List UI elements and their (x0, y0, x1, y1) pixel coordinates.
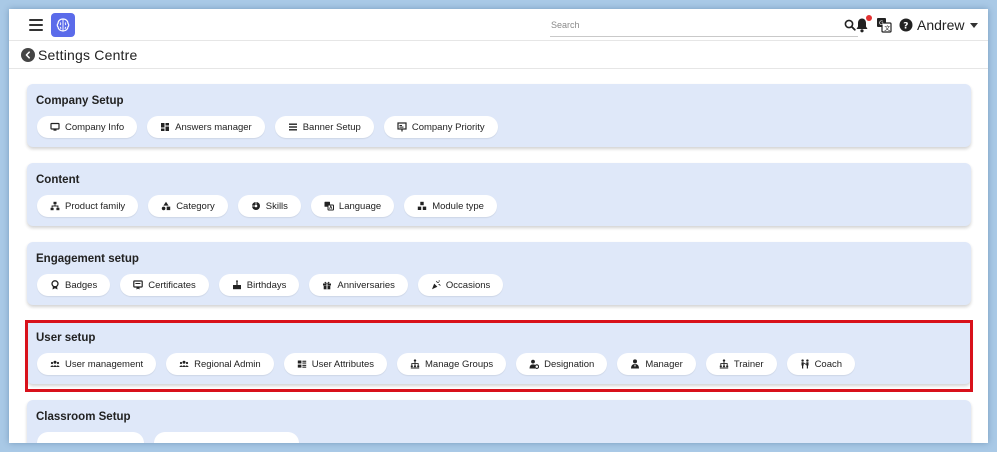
search-input[interactable] (550, 19, 844, 30)
cubes-icon (418, 201, 427, 210)
chip-partial[interactable] (154, 432, 299, 443)
birthdays-button[interactable]: Birthdays (218, 274, 300, 296)
brain-logo-icon[interactable] (51, 12, 75, 37)
gift-icon (323, 281, 332, 290)
chip-label: Answers manager (175, 121, 252, 133)
section-title: Engagement setup (36, 253, 139, 265)
header-actions: G 文 ? Andrew (852, 15, 979, 35)
badge-icon (51, 280, 59, 290)
chip-label: Language (338, 200, 382, 212)
section-company-setup: Company Setup Company Info Answers manag… (27, 84, 971, 147)
section-title: Content (36, 174, 80, 186)
top-bar: G 文 ? Andrew (9, 9, 988, 41)
chip-label: Occasions (445, 279, 491, 291)
chip-label: Product family (65, 200, 126, 212)
translate-icon (324, 201, 334, 211)
chip-label: Badges (65, 279, 98, 291)
occasions-button[interactable]: Occasions (417, 274, 504, 296)
chip-label: Anniversaries (337, 279, 395, 291)
highlight-box (25, 320, 973, 392)
svg-text:G: G (879, 20, 884, 27)
module-type-button[interactable]: Module type (404, 195, 497, 217)
anniversaries-button[interactable]: Anniversaries (309, 274, 408, 296)
company-priority-button[interactable]: Company Priority (383, 116, 498, 138)
sitemap-icon (50, 201, 60, 211)
user-name[interactable]: Andrew (917, 17, 964, 33)
shapes-icon (161, 201, 171, 211)
chip-label: Banner Setup (302, 121, 361, 133)
notification-bell-icon[interactable] (855, 15, 872, 33)
chip-label: Skills (265, 200, 288, 212)
category-button[interactable]: Category (148, 195, 228, 217)
chip-row: Company Info Answers manager Banner Setu… (37, 116, 498, 138)
chip-label: Company Info (65, 121, 125, 133)
badges-button[interactable]: Badges (37, 274, 111, 296)
language-button[interactable]: Language (310, 195, 395, 217)
chip-row: Product family Category Skills Language … (37, 195, 497, 217)
notification-dot (866, 15, 872, 21)
chip-label: Module type (432, 200, 484, 212)
cake-icon (232, 280, 241, 290)
chip-row: Badges Certificates Birthdays Anniversar… (37, 274, 504, 296)
section-classroom-setup: Classroom Setup (27, 400, 971, 443)
app-window: G 文 ? Andrew Settings Centre Company Set… (9, 9, 988, 443)
chip-partial[interactable] (37, 432, 144, 443)
svg-text:?: ? (903, 22, 908, 32)
translate-icon[interactable]: G 文 (876, 17, 892, 33)
help-icon[interactable]: ? (899, 18, 913, 32)
party-icon (431, 280, 441, 290)
dashboard-icon (161, 123, 170, 131)
skills-button[interactable]: Skills (237, 195, 301, 217)
chip-label: Category (176, 200, 215, 212)
chip-label: Birthdays (246, 279, 287, 291)
section-engagement-setup: Engagement setup Badges Certificates Bir… (27, 242, 971, 305)
product-family-button[interactable]: Product family (37, 195, 139, 217)
svg-text:文: 文 (884, 25, 890, 33)
page-header: Settings Centre (9, 41, 988, 69)
company-info-button[interactable]: Company Info (37, 116, 138, 138)
list-icon (288, 123, 297, 131)
chip-label: Certificates (148, 279, 196, 291)
chevron-down-icon[interactable] (970, 22, 979, 28)
monitor-icon (50, 122, 60, 131)
page-title: Settings Centre (38, 46, 138, 63)
puzzle-icon (251, 202, 260, 210)
menu-icon[interactable] (29, 18, 43, 31)
back-arrow-icon[interactable] (21, 47, 35, 62)
section-content: Content Product family Category Skills L… (27, 163, 971, 226)
banner-setup-button[interactable]: Banner Setup (274, 116, 374, 138)
answers-manager-button[interactable]: Answers manager (147, 116, 265, 138)
certificates-button[interactable]: Certificates (120, 274, 209, 296)
chip-label: Company Priority (411, 121, 485, 133)
section-title: Company Setup (36, 95, 124, 107)
section-title: Classroom Setup (36, 411, 131, 423)
presentation-icon (397, 122, 407, 132)
chip-row (37, 432, 299, 443)
search-bar (550, 13, 858, 37)
certificate-icon (133, 280, 144, 290)
